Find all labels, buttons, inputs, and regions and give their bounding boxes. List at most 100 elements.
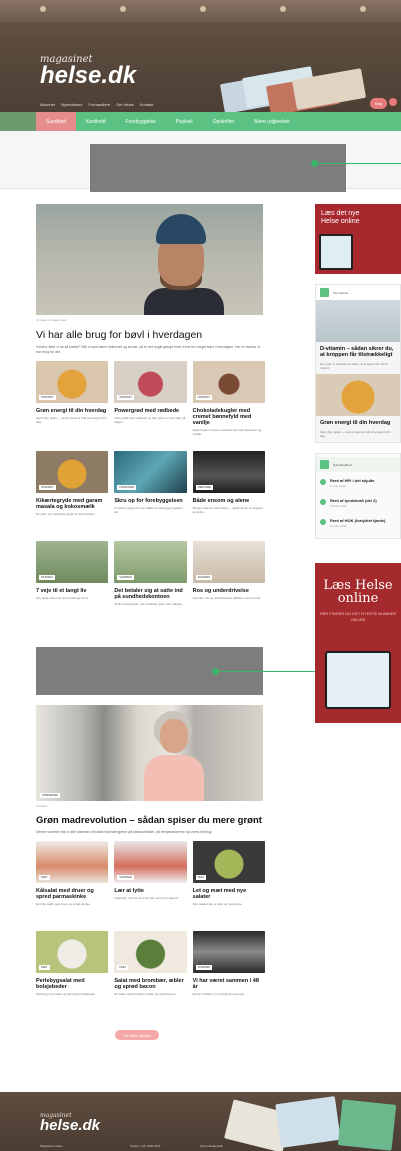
article-grid: DIÆT Kålsalat med druer og spred parmaski… [36, 841, 265, 1021]
feature2-tag: OPSKRIFTER [40, 793, 60, 798]
menu-icon[interactable] [389, 98, 397, 106]
article-title[interactable]: 7 veje til et langt liv [36, 588, 108, 594]
main-navigation: Sundhed Kosthold Forebyggelse Psykisk Op… [36, 112, 401, 131]
footer-logo[interactable]: helse.dk [40, 1117, 100, 1134]
category-tag: OPSKRIFT [117, 395, 134, 400]
ad-subline: HER FINDER DU DET NYESTE NUMMER ONLINE [319, 611, 397, 622]
article-card[interactable]: SUNDHED Vi har været sammen i 48 år Et par… [192, 931, 265, 1021]
article-title[interactable]: Let og mæt med nye salater [193, 888, 265, 900]
article-card[interactable]: SUNDHED Ros og underdrivelse Hvordan ros o… [192, 541, 265, 631]
article-title[interactable]: Powergrød med rødbede [114, 408, 186, 414]
topnav-link[interactable]: Om Helse [116, 102, 134, 107]
article-thumbnail[interactable]: OPSKRIFT [114, 361, 187, 403]
article-title[interactable]: Lær at lytte [114, 888, 186, 894]
article-title[interactable]: Skru op for forebyggelsen [114, 498, 186, 504]
article-title[interactable]: Vi har været sammen i 48 år [193, 978, 265, 990]
article-thumbnail[interactable]: SUNDHED [114, 541, 187, 583]
site-logo[interactable]: helse.dk [40, 62, 136, 90]
article-thumbnail[interactable]: DIÆT [114, 931, 187, 973]
article-title[interactable]: Kålsalat med druer og spred parmaskinke [36, 888, 108, 900]
article-thumbnail[interactable]: DIÆT [192, 841, 265, 883]
list-item[interactable]: Rent af tyndskrafi (del 2) 2 timer siden [316, 492, 400, 512]
article-excerpt: En salat med brombær, æbler og sprød bac… [114, 992, 177, 996]
topnav-link[interactable]: Forhandlere [88, 102, 110, 107]
magazine-cover [275, 1096, 341, 1148]
article-thumbnail[interactable]: SUNDHED [192, 931, 265, 973]
article-thumbnail[interactable]: OPSKRIFT [36, 451, 109, 493]
feature-title[interactable]: Vi har alle brug for bøvl i hverdagen [36, 329, 265, 341]
article-thumbnail[interactable]: SUNDHED [114, 841, 187, 883]
nav-tab-psykisk[interactable]: Psykisk [166, 112, 203, 131]
sidebar: Læs det nye Helse online Top historie D-… [315, 204, 401, 723]
nav-tab-mere[interactable]: Mere udgivelser [244, 112, 300, 131]
topnav-link[interactable]: Kontakt [140, 102, 154, 107]
article-title[interactable]: Kikærtegryde med garam masala og kokosmæ… [36, 498, 108, 510]
bullet-icon [320, 519, 326, 525]
top-story-title[interactable]: D-vitamin – sådan sikrer du, at kroppen … [320, 346, 396, 358]
search-button[interactable]: Søg [369, 98, 387, 109]
article-title[interactable]: Salat med brombær, æbler og sprød bacon [114, 978, 186, 990]
feature2-image[interactable]: OPSKRIFTER [36, 705, 263, 801]
feature-image[interactable] [36, 204, 263, 315]
nav-tab-kosthold[interactable]: Kosthold [76, 112, 115, 131]
top-story-box: Top historie D-vitamin – sådan sikrer du… [315, 284, 401, 443]
category-tag: DIÆT [39, 875, 50, 880]
article-card[interactable]: FORSKNING Skru op for forebyggelsen Forske… [114, 451, 187, 541]
article-card[interactable]: DIÆT Perlebygsalat med bolsjebeder Perleby… [36, 931, 109, 1021]
story-title[interactable]: Grøn energi til din hverdag [320, 420, 396, 426]
article-card[interactable]: DIÆT Kålsalat med druer og spred parmaski… [36, 841, 109, 931]
topnav-link[interactable]: Nyhedsbrev [61, 102, 82, 107]
article-card[interactable]: DIÆT Let og mæt med nye salater Nye salate… [192, 841, 265, 931]
article-card[interactable]: SUNDHED Lær at lytte Hvad kan man få ud af… [114, 841, 187, 931]
article-thumbnail[interactable]: SUNDHED [192, 541, 265, 583]
article-card[interactable]: OPSKRIFT Chokoladekugler med cremet bønne… [192, 361, 265, 451]
article-thumbnail[interactable]: FORSKNING [114, 451, 187, 493]
article-card[interactable]: TRÆNING 7 veje til et langt liv Syv gode v… [36, 541, 109, 631]
article-title[interactable]: Chokoladekugler med cremet bønnefyld med… [193, 408, 265, 426]
article-card[interactable]: OPSKRIFT Grøn energi til din hverdag Saml … [36, 361, 109, 451]
lamp-decoration [200, 6, 206, 12]
category-tag: DIÆT [195, 875, 207, 880]
feature-excerpt: Hvorfor føler vi os så trætte? Når vi sk… [36, 345, 261, 354]
article-card[interactable]: SUNDHED Det betaler sig at satte ind på s… [114, 541, 187, 631]
photo-detail [144, 288, 224, 315]
sidebar-ad-helse-online[interactable]: Læs det nye Helse online [315, 204, 401, 274]
article-card[interactable]: DIÆT Salat med brombær, æbler og sprød ba… [114, 931, 187, 1021]
nav-tab-sundhed[interactable]: Sundhed [36, 112, 77, 131]
lamp-decoration [120, 6, 126, 12]
footer-privacy-link[interactable]: Persondatapolitik [200, 1144, 223, 1148]
article-thumbnail[interactable]: DIÆT [36, 841, 109, 883]
footer-phone[interactable]: Telefon +45 7099 9011 [130, 1144, 160, 1148]
lamp-decoration [360, 6, 366, 12]
list-item[interactable]: Rent af HPI i det skjulte 1 time siden [316, 472, 400, 492]
article-thumbnail[interactable]: MENINGER [192, 451, 265, 493]
category-tag: DIÆT [117, 965, 128, 970]
article-title[interactable]: Ros og underdrivelse [193, 588, 265, 594]
topnav-link[interactable]: Abonnér [40, 102, 55, 107]
load-more-button[interactable]: Vis flere artikler [115, 1030, 159, 1040]
article-title[interactable]: Grøn energi til din hverdag [36, 408, 108, 414]
lamp-decoration [280, 6, 286, 12]
top-story-image[interactable] [316, 300, 400, 342]
article-title[interactable]: Perlebygsalat med bolsjebeder [36, 978, 108, 990]
category-tag: SUNDHED [195, 575, 213, 580]
article-card[interactable]: OPSKRIFT Kikærtegryde med garam masala og… [36, 451, 109, 541]
article-thumbnail[interactable]: TRÆNING [36, 541, 109, 583]
article-card[interactable]: MENINGER Både ensom og alene Mange oplever… [192, 451, 265, 541]
article-excerpt: Varm grød med rødbede og bær giver en go… [114, 416, 186, 424]
article-thumbnail[interactable]: DIÆT [36, 931, 109, 973]
article-title[interactable]: Både ensom og alene [193, 498, 265, 504]
top-ad-placeholder[interactable] [90, 144, 346, 192]
sidebar-ad-read-online[interactable]: Læs Helse online HER FINDER DU DET NYEST… [315, 563, 401, 723]
nav-tab-forebyggelse[interactable]: Forebyggelse [116, 112, 166, 131]
article-card[interactable]: OPSKRIFT Powergrød med rødbede Varm grød m… [114, 361, 187, 451]
article-thumbnail[interactable]: OPSKRIFT [192, 361, 265, 403]
nav-tab-opskrifter[interactable]: Opskrifter [203, 112, 245, 131]
tablet-image [319, 234, 353, 270]
article-thumbnail[interactable]: OPSKRIFT [36, 361, 109, 403]
ad-marker-line [316, 163, 401, 164]
article-title[interactable]: Det betaler sig at satte ind på sundheds… [114, 588, 186, 600]
list-item[interactable]: Rent af HOK (fortyldet tjarde) 3 timer si… [316, 512, 400, 532]
story-image[interactable] [316, 374, 400, 416]
feature2-title[interactable]: Grøn madrevolution – sådan spiser du mer… [36, 815, 265, 826]
